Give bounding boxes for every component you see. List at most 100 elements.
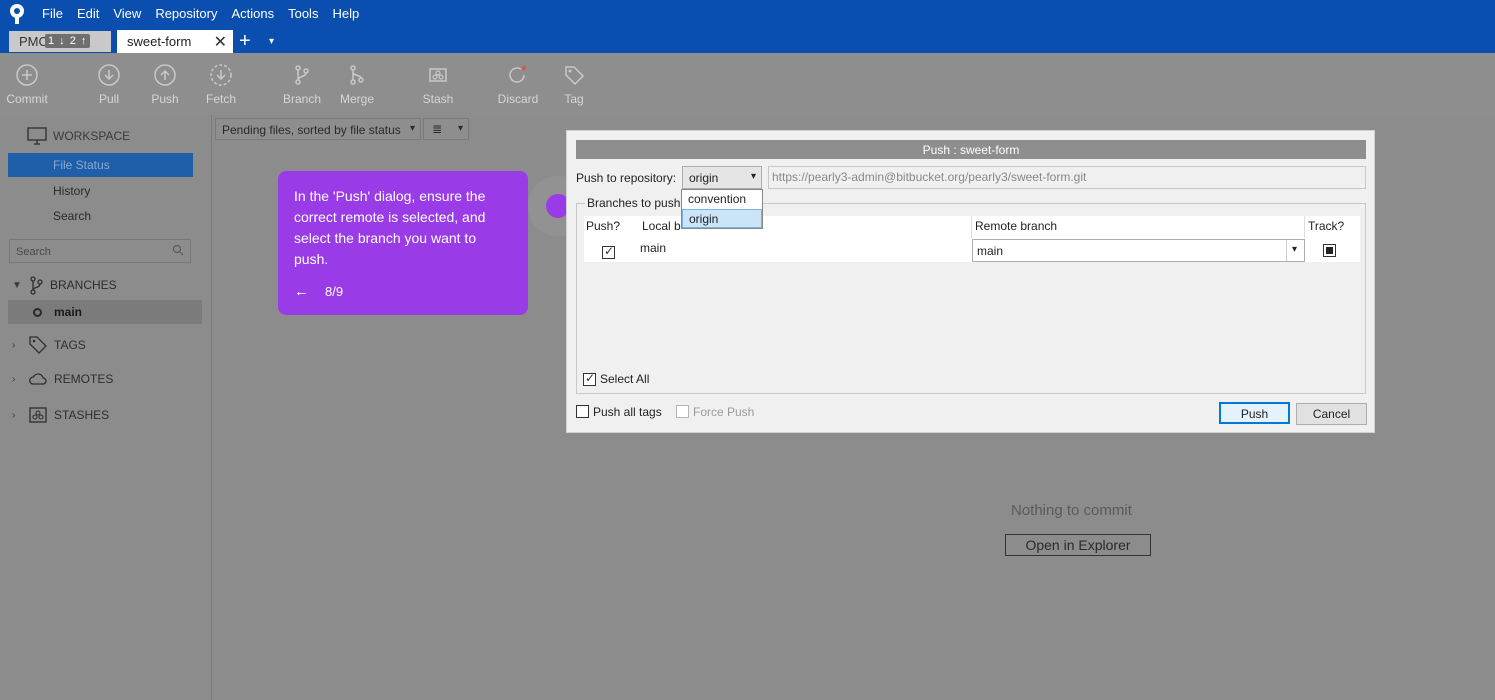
discard-button[interactable]: Discard xyxy=(497,63,539,106)
push-button[interactable]: Push xyxy=(1219,402,1290,424)
col-local-header: Local b xyxy=(642,219,681,233)
tab-pmc[interactable]: PMC 1 ↓ 2 ↑ xyxy=(9,31,111,52)
remote-select[interactable]: origin ▾ xyxy=(682,166,762,189)
sidebar: WORKSPACE File Status History Search Sea… xyxy=(0,115,212,700)
new-tab-plus-icon[interactable]: + xyxy=(239,30,259,53)
menu-help[interactable]: Help xyxy=(332,6,359,21)
tags-label: TAGS xyxy=(54,338,86,352)
toolbar: Commit Pull Push Fetch Branch Merge Stas… xyxy=(0,53,1495,115)
tooltip-step: 8/9 xyxy=(325,284,344,299)
fetch-label: Fetch xyxy=(205,92,236,106)
merge-label: Merge xyxy=(339,92,374,106)
push-dialog: Push : sweet-form Push to repository: or… xyxy=(566,130,1375,433)
discard-icon xyxy=(506,63,530,87)
sidebar-item-history[interactable]: History xyxy=(53,184,90,198)
remote-option-convention[interactable]: convention xyxy=(682,190,762,209)
chevron-down-icon: ▼ xyxy=(12,279,22,291)
tag-icon xyxy=(29,336,47,354)
commit-plus-icon xyxy=(15,63,39,87)
chevron-down-icon: ▾ xyxy=(409,123,415,134)
push-branch-checkbox[interactable] xyxy=(602,244,615,259)
menu-view[interactable]: View xyxy=(113,6,141,21)
workspace-header: WORKSPACE xyxy=(27,127,130,145)
chevron-down-icon: ▾ xyxy=(457,123,463,134)
branch-icon xyxy=(30,276,43,295)
push-label: Push xyxy=(151,92,179,106)
tab-sweet-form[interactable]: sweet-form ✕ xyxy=(117,30,233,53)
commit-label: Commit xyxy=(6,92,48,106)
tag-button[interactable]: Tag xyxy=(562,63,586,106)
pull-arrow-down-icon xyxy=(97,63,121,87)
track-checkbox[interactable] xyxy=(1323,244,1336,257)
tooltip-text: In the 'Push' dialog, ensure the correct… xyxy=(294,188,486,267)
chevron-down-icon: ▾ xyxy=(1286,240,1304,261)
branches-to-push-label: Branches to push xyxy=(585,196,683,210)
menu-actions[interactable]: Actions xyxy=(231,6,274,21)
pull-label: Pull xyxy=(98,92,119,106)
open-in-explorer-button[interactable]: Open in Explorer xyxy=(1005,534,1151,556)
chevron-right-icon: › xyxy=(12,339,16,351)
remote-url-field: https://pearly3-admin@bitbucket.org/pear… xyxy=(768,166,1366,189)
guide-tooltip: In the 'Push' dialog, ensure the correct… xyxy=(278,171,528,315)
fetch-icon xyxy=(209,63,233,87)
stash-icon xyxy=(29,407,47,423)
repo-tabs: PMC 1 ↓ 2 ↑ sweet-form ✕ + ▾ xyxy=(9,30,274,53)
remote-select-value: origin xyxy=(689,171,719,185)
sidebar-search-input[interactable]: Search xyxy=(9,239,191,263)
nothing-to-commit-text: Nothing to commit xyxy=(1011,502,1132,519)
menu-edit[interactable]: Edit xyxy=(77,6,99,21)
menu-tools[interactable]: Tools xyxy=(288,6,318,21)
branches-to-push-group: Branches to push Push? Local b Remote br… xyxy=(576,196,1366,394)
commit-button[interactable]: Commit xyxy=(5,63,49,106)
tag-icon xyxy=(562,63,586,87)
close-icon[interactable]: ✕ xyxy=(214,32,227,52)
branch-main[interactable]: main xyxy=(8,300,202,324)
merge-button[interactable]: Merge xyxy=(338,63,376,106)
push-all-tags-checkbox[interactable] xyxy=(576,405,589,418)
chevron-down-icon: ▾ xyxy=(750,171,756,182)
select-all-checkbox[interactable] xyxy=(583,371,596,386)
menu-file[interactable]: File xyxy=(42,6,63,21)
local-branch-cell: main xyxy=(640,241,667,255)
tab-pmc-label: PMC xyxy=(19,34,48,49)
remotes-label: REMOTES xyxy=(54,372,114,386)
col-push-header: Push? xyxy=(586,219,621,233)
chevron-right-icon: › xyxy=(12,373,16,385)
cancel-button[interactable]: Cancel xyxy=(1296,403,1367,425)
sync-status-badge: 1 ↓ 2 ↑ xyxy=(45,34,91,48)
pull-button[interactable]: Pull xyxy=(97,63,121,106)
stashes-label: STASHES xyxy=(54,408,110,422)
discard-label: Discard xyxy=(497,92,539,106)
current-branch-icon xyxy=(33,308,42,317)
tab-sweet-form-label: sweet-form xyxy=(127,34,192,49)
branch-label: Branch xyxy=(282,92,322,106)
remote-dropdown-list: convention origin xyxy=(681,189,763,229)
stash-button[interactable]: Stash xyxy=(421,63,455,106)
menu-repository[interactable]: Repository xyxy=(155,6,217,21)
menu-bar: File Edit View Repository Actions Tools … xyxy=(42,6,373,21)
pending-files-select[interactable]: Pending files, sorted by file status ▾ xyxy=(215,118,421,140)
force-push-label: Force Push xyxy=(693,405,755,419)
stashes-section[interactable]: › STASHES xyxy=(12,406,109,424)
branch-button[interactable]: Branch xyxy=(282,63,322,106)
view-mode-select[interactable]: ≣ ▾ xyxy=(423,118,469,140)
tags-section[interactable]: › TAGS xyxy=(12,335,86,355)
remotes-section[interactable]: › REMOTES xyxy=(12,371,113,387)
remote-option-origin[interactable]: origin xyxy=(682,209,762,228)
dialog-title: Push : sweet-form xyxy=(576,140,1366,159)
force-push-checkbox[interactable] xyxy=(676,405,689,418)
sidebar-item-search[interactable]: Search xyxy=(53,209,91,223)
monitor-icon xyxy=(27,127,47,145)
remote-branch-select[interactable]: main ▾ xyxy=(972,239,1305,262)
search-icon xyxy=(172,244,184,256)
search-placeholder: Search xyxy=(16,246,51,258)
tag-label: Tag xyxy=(564,92,584,106)
branches-section[interactable]: ▼ BRANCHES xyxy=(12,275,117,295)
tab-list-chevron-down-icon[interactable]: ▾ xyxy=(269,36,274,47)
sidebar-item-file-status[interactable]: File Status xyxy=(8,153,193,177)
fetch-button[interactable]: Fetch xyxy=(205,63,237,106)
push-button[interactable]: Push xyxy=(151,63,179,106)
tooltip-nav: ← 8/9 xyxy=(294,281,343,302)
back-arrow-icon[interactable]: ← xyxy=(294,281,309,302)
merge-icon xyxy=(345,63,369,87)
